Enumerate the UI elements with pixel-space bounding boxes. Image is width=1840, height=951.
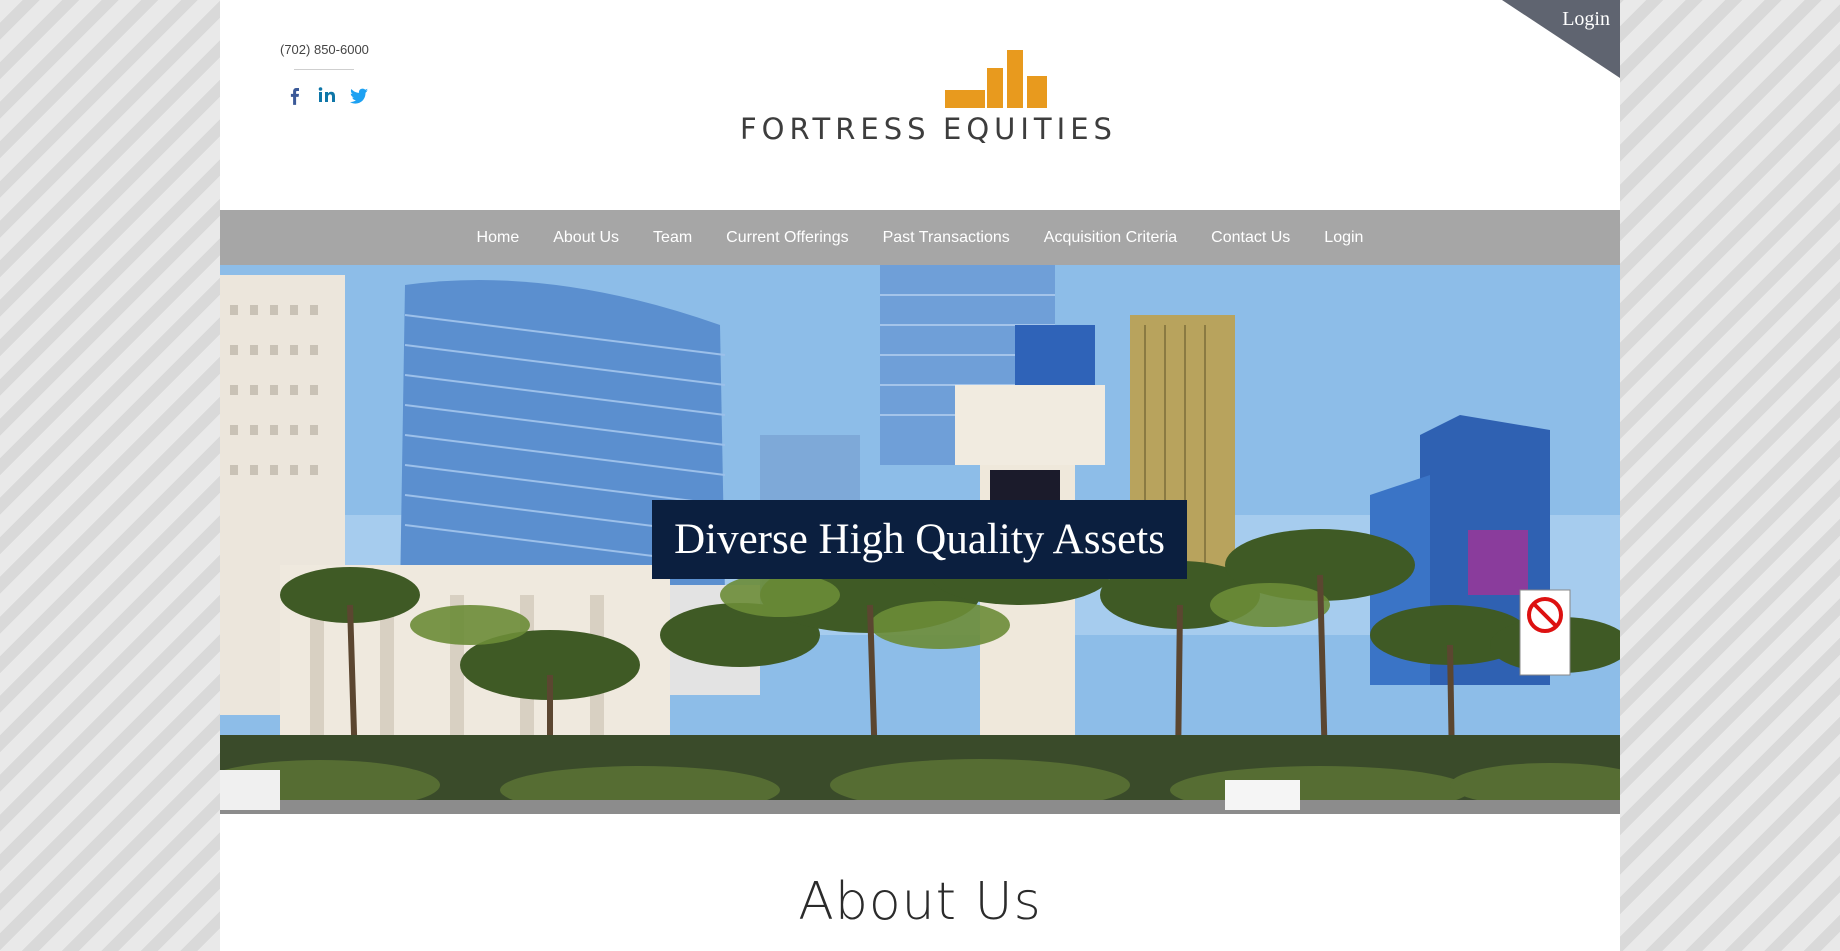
logo-word-fortress: FORTRESS <box>740 112 931 146</box>
phone-number[interactable]: (702) 850-6000 <box>280 42 369 57</box>
logo-text: FORTRESS EQUITIES <box>740 112 1112 152</box>
login-corner[interactable]: Login <box>1502 0 1620 78</box>
divider <box>294 69 354 70</box>
nav-item-about-us[interactable]: About Us <box>536 210 636 265</box>
linkedin-icon[interactable] <box>317 84 337 106</box>
logo-word-equities: EQUITIES <box>943 112 1117 146</box>
main-nav: Home About Us Team Current Offerings Past Tr… <box>220 210 1620 265</box>
site-logo[interactable]: FORTRESS EQUITIES <box>740 46 1112 156</box>
section-title-about-us: About Us <box>798 872 1042 932</box>
nav-menu: Home About Us Team Current Offerings Past Tr… <box>220 210 1620 265</box>
hero-caption: Diverse High Quality Assets <box>652 500 1187 579</box>
site-header: (702) 850-6000 FORTRESS EQUITIES Login <box>220 0 1620 210</box>
logo-bars-icon <box>945 50 1047 108</box>
nav-item-past-transactions[interactable]: Past Transactions <box>866 210 1027 265</box>
nav-item-team[interactable]: Team <box>636 210 709 265</box>
nav-item-login[interactable]: Login <box>1307 210 1380 265</box>
nav-item-contact-us[interactable]: Contact Us <box>1194 210 1307 265</box>
facebook-icon[interactable] <box>285 84 305 106</box>
page-container: (702) 850-6000 FORTRESS EQUITIES Login H… <box>220 0 1620 951</box>
nav-item-home[interactable]: Home <box>460 210 537 265</box>
corner-login-link[interactable]: Login <box>1562 8 1610 31</box>
nav-item-current-offerings[interactable]: Current Offerings <box>709 210 865 265</box>
nav-item-acquisition-criteria[interactable]: Acquisition Criteria <box>1027 210 1194 265</box>
twitter-icon[interactable] <box>349 84 369 106</box>
hero-banner: Diverse High Quality Assets <box>220 265 1620 814</box>
